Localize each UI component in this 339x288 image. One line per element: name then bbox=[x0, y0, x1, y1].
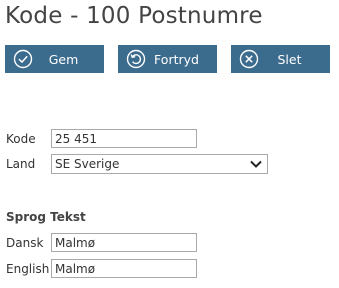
postal-code-edit-page: Kode - 100 Postnumre Gem Fortryd Slet Ko… bbox=[0, 0, 339, 288]
text-column-header: Tekst bbox=[50, 210, 86, 224]
delete-button-label: Slet bbox=[277, 51, 302, 67]
close-circle-icon bbox=[239, 49, 259, 69]
translation-text-input[interactable] bbox=[51, 259, 197, 278]
chevron-down-icon bbox=[250, 160, 262, 168]
translation-language-label: Dansk bbox=[6, 236, 44, 250]
language-column-header: Sprog bbox=[6, 210, 46, 224]
check-circle-icon bbox=[13, 49, 33, 69]
undo-circle-icon bbox=[126, 49, 146, 69]
undo-button-label: Fortryd bbox=[154, 51, 199, 67]
country-select[interactable]: SE Sverige bbox=[51, 154, 268, 174]
page-title: Kode - 100 Postnumre bbox=[5, 3, 263, 29]
undo-button[interactable]: Fortryd bbox=[118, 45, 217, 73]
delete-button[interactable]: Slet bbox=[231, 45, 330, 73]
save-button-label: Gem bbox=[48, 51, 79, 67]
country-label: Land bbox=[6, 157, 36, 171]
translation-language-label: English bbox=[6, 262, 50, 276]
code-label: Kode bbox=[6, 132, 36, 146]
country-select-value: SE Sverige bbox=[55, 157, 120, 171]
code-input[interactable] bbox=[51, 129, 197, 148]
translation-text-input[interactable] bbox=[51, 233, 197, 252]
save-button[interactable]: Gem bbox=[5, 45, 104, 73]
translations-header: Sprog Tekst bbox=[6, 210, 86, 224]
